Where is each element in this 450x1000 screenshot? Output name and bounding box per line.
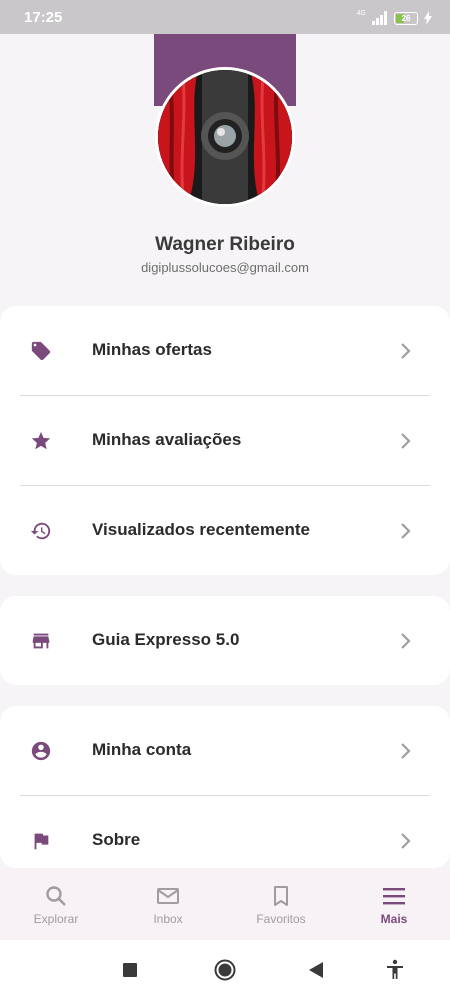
status-time: 17:25	[24, 9, 63, 26]
bookmark-icon	[274, 886, 288, 906]
menu-item-label: Visualizados recentemente	[92, 520, 310, 539]
bottom-navigation: Explorar Inbox Favoritos Mais	[0, 868, 450, 940]
menu-item-label: Guia Expresso 5.0	[92, 630, 240, 649]
menu-item-label: Minhas avaliações	[92, 430, 242, 449]
menu-item-label: Minhas ofertas	[92, 340, 212, 359]
menu-item-visualizados-recentemente[interactable]: Visualizados recentemente	[0, 486, 450, 575]
menu-item-minhas-avaliacoes[interactable]: Minhas avaliações	[0, 396, 450, 485]
chevron-right-icon	[401, 343, 411, 359]
chevron-right-icon	[401, 523, 411, 539]
avatar[interactable]	[155, 67, 295, 207]
battery-icon: 26	[394, 11, 418, 25]
menu-card-activity: Minhas ofertas Minhas avaliações Visuali…	[0, 306, 450, 575]
battery-level: 26	[401, 13, 411, 23]
status-icons: 4G 26	[357, 10, 432, 26]
chevron-right-icon	[401, 633, 411, 649]
signal-icon	[372, 11, 387, 25]
nav-item-mais[interactable]: Mais	[338, 868, 450, 940]
store-icon	[32, 633, 50, 649]
avatar-image	[158, 70, 292, 204]
network-type-label: 4G	[356, 9, 366, 17]
charging-icon	[424, 11, 432, 25]
menu-item-guia-expresso[interactable]: Guia Expresso 5.0	[0, 596, 450, 685]
nav-item-explorar[interactable]: Explorar	[0, 868, 112, 940]
system-navigation-bar	[0, 940, 450, 1000]
nav-item-favoritos[interactable]: Favoritos	[225, 868, 337, 940]
nav-label: Mais	[380, 912, 408, 926]
chevron-right-icon	[401, 743, 411, 759]
search-icon	[46, 886, 66, 906]
nav-label: Inbox	[153, 912, 183, 926]
menu-item-label: Sobre	[92, 830, 141, 849]
menu-item-minhas-ofertas[interactable]: Minhas ofertas	[0, 306, 450, 395]
menu-item-label: Minha conta	[92, 740, 192, 759]
nav-label: Explorar	[33, 912, 79, 926]
profile-email: digiplussolucoes@gmail.com	[141, 260, 309, 275]
flag-icon	[34, 833, 49, 850]
chevron-right-icon	[401, 433, 411, 449]
recent-apps-icon[interactable]	[118, 958, 142, 982]
tag-icon	[31, 341, 51, 361]
profile-name: Wagner Ribeiro	[155, 234, 295, 255]
menu-card-store: Guia Expresso 5.0	[0, 596, 450, 685]
status-bar: 17:25 4G 26	[0, 0, 450, 34]
nav-label: Favoritos	[256, 912, 306, 926]
back-icon[interactable]	[304, 958, 328, 982]
menu-card-account: Minha conta Sobre	[0, 706, 450, 868]
history-icon	[30, 522, 51, 540]
mail-icon	[157, 888, 179, 904]
home-icon[interactable]	[213, 958, 237, 982]
chevron-right-icon	[401, 833, 411, 849]
nav-item-inbox[interactable]: Inbox	[112, 868, 224, 940]
menu-item-sobre[interactable]: Sobre	[0, 796, 450, 868]
menu-item-minha-conta[interactable]: Minha conta	[0, 706, 450, 795]
accessibility-icon[interactable]	[383, 958, 407, 982]
star-icon	[31, 431, 51, 450]
menu-icon	[383, 888, 405, 905]
account-circle-icon	[31, 741, 51, 761]
